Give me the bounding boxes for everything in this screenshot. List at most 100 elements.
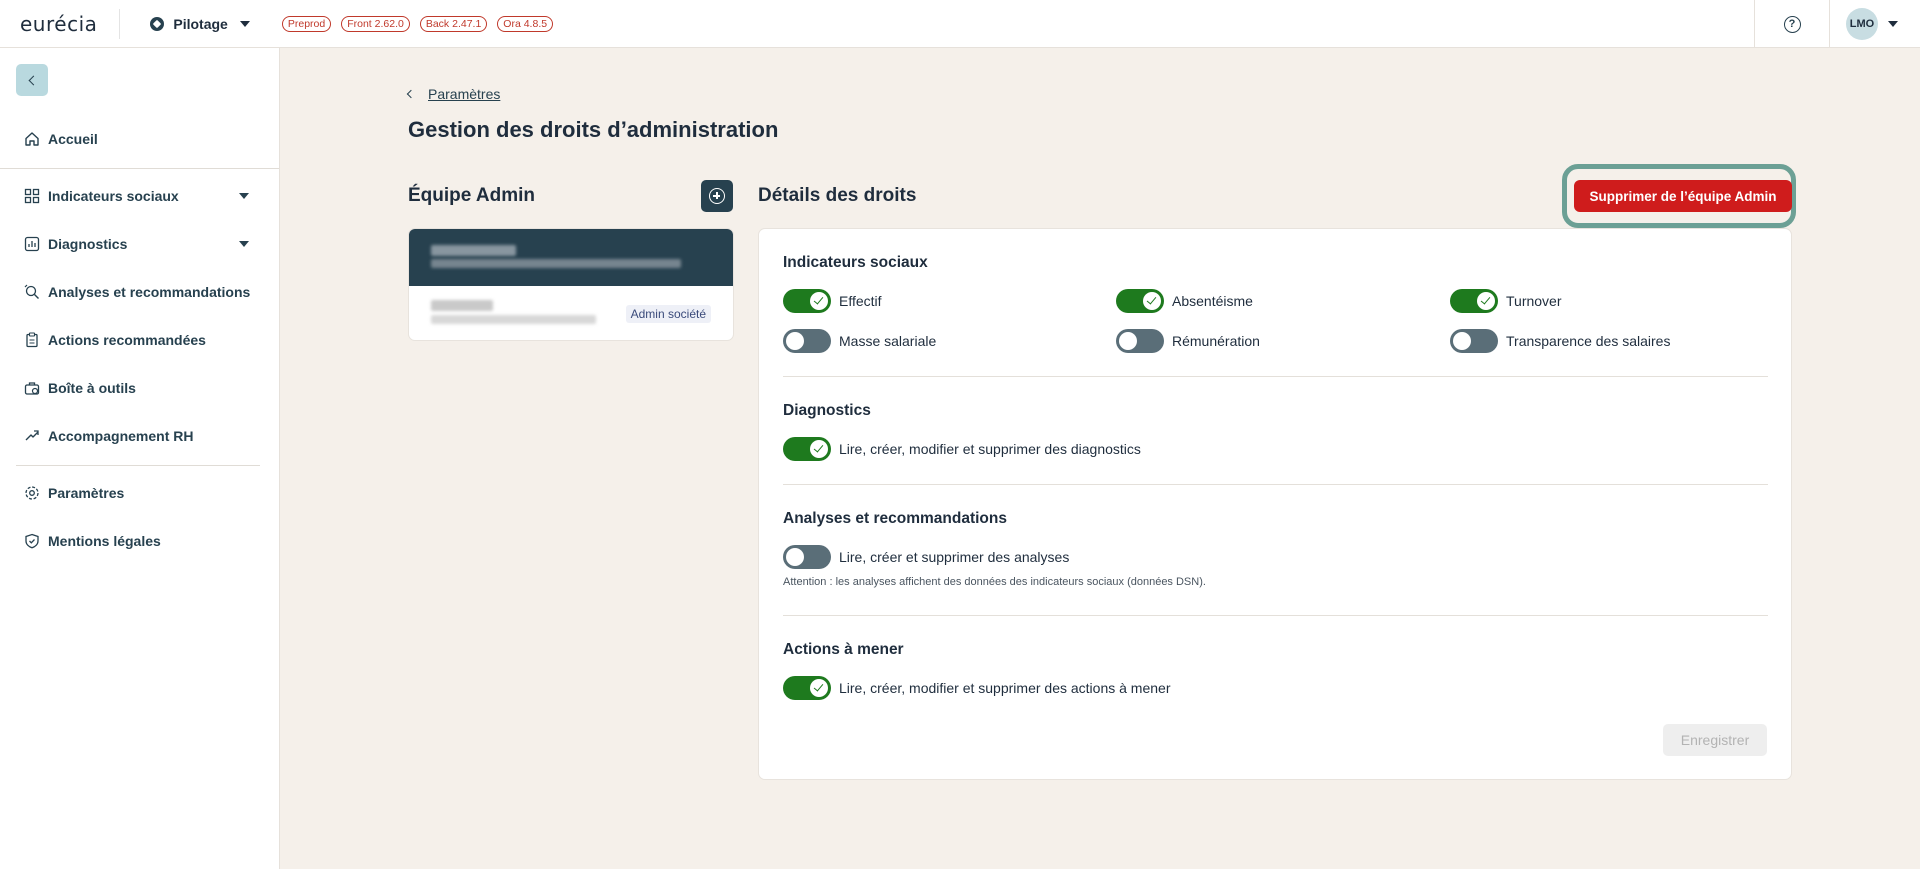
sidebar-item-mentions-legales[interactable]: Mentions légales xyxy=(0,523,279,559)
compass-icon xyxy=(150,16,165,31)
divider xyxy=(16,465,260,466)
breadcrumb-link-parametres[interactable]: Paramètres xyxy=(428,86,500,102)
toggle-absenteisme[interactable]: Absentéisme xyxy=(1116,289,1253,313)
toggle-label: Rémunération xyxy=(1172,333,1260,349)
toggle-label: Transparence des salaires xyxy=(1506,333,1671,349)
team-section-title: Équipe Admin xyxy=(408,185,536,206)
eurecia-logo[interactable]: eurécia xyxy=(20,12,97,36)
divider xyxy=(783,484,1768,485)
toggle-label: Lire, créer, modifier et supprimer des a… xyxy=(839,680,1171,696)
sidebar-item-label: Analyses et recommandations xyxy=(48,284,251,300)
toggle-switch[interactable] xyxy=(783,437,831,461)
breadcrumb: Paramètres xyxy=(406,86,500,102)
divider xyxy=(119,8,121,39)
page-title: Gestion des droits d’administration xyxy=(408,117,779,142)
toggle-effectif[interactable]: Effectif xyxy=(783,289,882,313)
toggle-label: Effectif xyxy=(839,293,882,309)
top-bar: eurécia Pilotage Preprod Front 2.62.0 Ba… xyxy=(0,0,1920,48)
front-version-badge: Front 2.62.0 xyxy=(341,15,410,32)
group-title-actions: Actions à mener xyxy=(783,641,904,658)
sidebar: Accueil Indicateurs sociaux Diagnostics … xyxy=(0,48,280,869)
help-icon: ? xyxy=(1783,15,1801,33)
toggle-label: Lire, créer, modifier et supprimer des d… xyxy=(839,441,1141,457)
team-list: Admin société xyxy=(408,228,734,341)
handshake-icon xyxy=(25,430,39,441)
role-badge: Admin société xyxy=(625,305,711,323)
knob xyxy=(1119,332,1137,350)
sidebar-item-diagnostics[interactable]: Diagnostics xyxy=(0,226,279,262)
toggle-remuneration[interactable]: Rémunération xyxy=(1116,329,1260,353)
sidebar-item-label: Actions recommandées xyxy=(48,332,206,348)
sidebar-item-actions[interactable]: Actions recommandées xyxy=(0,322,279,358)
grid-icon xyxy=(24,188,40,204)
toggle-switch[interactable] xyxy=(1116,329,1164,353)
toggle-transparence-salaires[interactable]: Transparence des salaires xyxy=(1450,329,1670,353)
collapse-sidebar-button[interactable] xyxy=(16,64,48,96)
toggle-switch[interactable] xyxy=(783,676,831,700)
user-menu[interactable]: LMO xyxy=(1830,8,1920,40)
toggle-masse-salariale[interactable]: Masse salariale xyxy=(783,329,936,353)
chevron-down-icon xyxy=(239,20,250,27)
analyses-warning: Attention : les analyses affichent des d… xyxy=(783,576,1206,588)
plus-circle-icon xyxy=(709,188,725,204)
sidebar-item-accueil[interactable]: Accueil xyxy=(0,121,279,157)
redacted-email xyxy=(431,315,596,324)
sidebar-item-parametres[interactable]: Paramètres xyxy=(0,475,279,511)
redacted-name xyxy=(431,300,493,311)
divider xyxy=(783,376,1768,377)
sidebar-item-analyses[interactable]: Analyses et recommandations xyxy=(0,274,279,310)
home-icon xyxy=(25,132,39,146)
sidebar-item-label: Accueil xyxy=(48,131,98,147)
check-icon xyxy=(810,679,828,697)
toggle-label: Lire, créer et supprimer des analyses xyxy=(839,549,1070,565)
analysis-icon xyxy=(24,284,39,299)
toggle-turnover[interactable]: Turnover xyxy=(1450,289,1562,313)
help-button[interactable]: ? xyxy=(1754,0,1830,48)
add-team-member-button[interactable] xyxy=(701,180,733,212)
redacted-name xyxy=(431,245,516,256)
topbar-right: ? LMO xyxy=(1754,0,1920,48)
chevron-left-icon xyxy=(28,75,39,85)
app-name: Pilotage xyxy=(173,15,228,32)
group-title-diagnostics: Diagnostics xyxy=(783,402,871,419)
check-icon xyxy=(810,440,828,458)
sidebar-item-accompagnement[interactable]: Accompagnement RH xyxy=(0,418,279,454)
ora-version-badge: Ora 4.8.5 xyxy=(497,15,554,32)
knob xyxy=(1453,332,1471,350)
clipboard-icon xyxy=(26,332,38,348)
details-section-title: Détails des droits xyxy=(758,185,917,206)
sidebar-item-label: Diagnostics xyxy=(48,236,128,252)
back-version-badge: Back 2.47.1 xyxy=(419,15,488,32)
check-icon xyxy=(1143,292,1161,310)
sidebar-item-indicateurs[interactable]: Indicateurs sociaux xyxy=(0,178,279,214)
toggle-switch[interactable] xyxy=(783,329,831,353)
toggle-label: Turnover xyxy=(1506,293,1562,309)
toggle-switch[interactable] xyxy=(1450,289,1498,313)
app-switcher[interactable]: Pilotage xyxy=(150,15,250,32)
sidebar-item-label: Boîte à outils xyxy=(48,380,136,396)
sidebar-item-label: Mentions légales xyxy=(48,533,161,549)
toggle-label: Absentéisme xyxy=(1172,293,1253,309)
group-title-analyses: Analyses et recommandations xyxy=(783,510,1007,527)
divider xyxy=(783,615,1768,616)
sidebar-item-label: Accompagnement RH xyxy=(48,428,194,444)
toggle-actions[interactable]: Lire, créer, modifier et supprimer des a… xyxy=(783,676,1170,700)
save-button[interactable]: Enregistrer xyxy=(1663,724,1767,756)
team-member-selected[interactable] xyxy=(409,229,733,286)
toggle-switch[interactable] xyxy=(783,545,831,569)
chevron-down-icon xyxy=(239,241,249,247)
chevron-left-icon xyxy=(406,89,416,99)
redacted-email xyxy=(431,259,681,268)
remove-from-admin-team-button[interactable]: Supprimer de l’équipe Admin xyxy=(1574,180,1792,212)
check-icon xyxy=(1477,292,1495,310)
avatar: LMO xyxy=(1846,8,1878,40)
toggle-analyses[interactable]: Lire, créer et supprimer des analyses xyxy=(783,545,1069,569)
sidebar-item-boite-outils[interactable]: Boîte à outils xyxy=(0,370,279,406)
chart-icon xyxy=(24,236,40,252)
toggle-switch[interactable] xyxy=(1116,289,1164,313)
toggle-diagnostics[interactable]: Lire, créer, modifier et supprimer des d… xyxy=(783,437,1141,461)
chevron-down-icon xyxy=(1888,21,1898,27)
sidebar-item-label: Indicateurs sociaux xyxy=(48,188,179,204)
toggle-switch[interactable] xyxy=(1450,329,1498,353)
toggle-switch[interactable] xyxy=(783,289,831,313)
